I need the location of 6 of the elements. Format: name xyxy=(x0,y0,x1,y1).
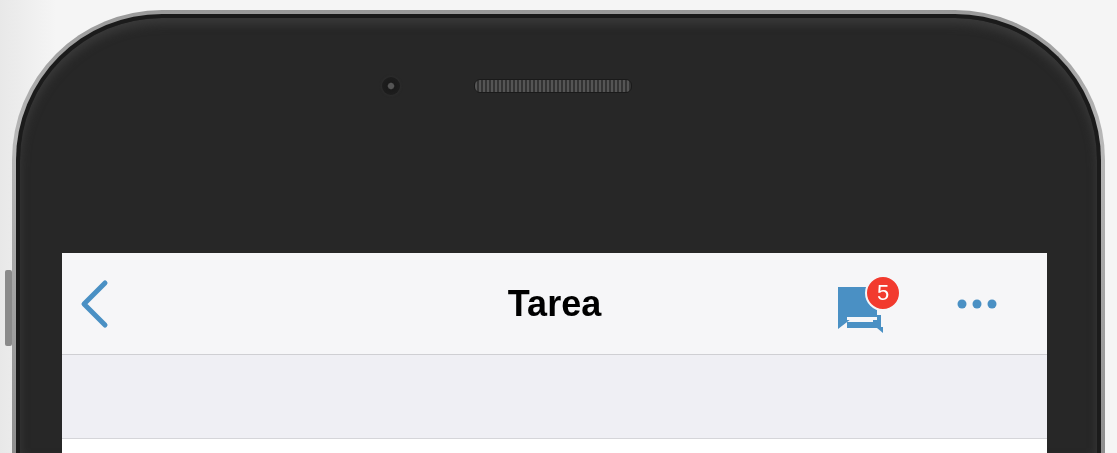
messages-button[interactable]: 5 xyxy=(837,274,903,333)
more-icon xyxy=(957,298,997,309)
screen-title: Tarea xyxy=(507,282,602,325)
camera xyxy=(382,76,400,95)
count-badge: 5 xyxy=(865,274,901,311)
more-button[interactable] xyxy=(957,298,997,309)
